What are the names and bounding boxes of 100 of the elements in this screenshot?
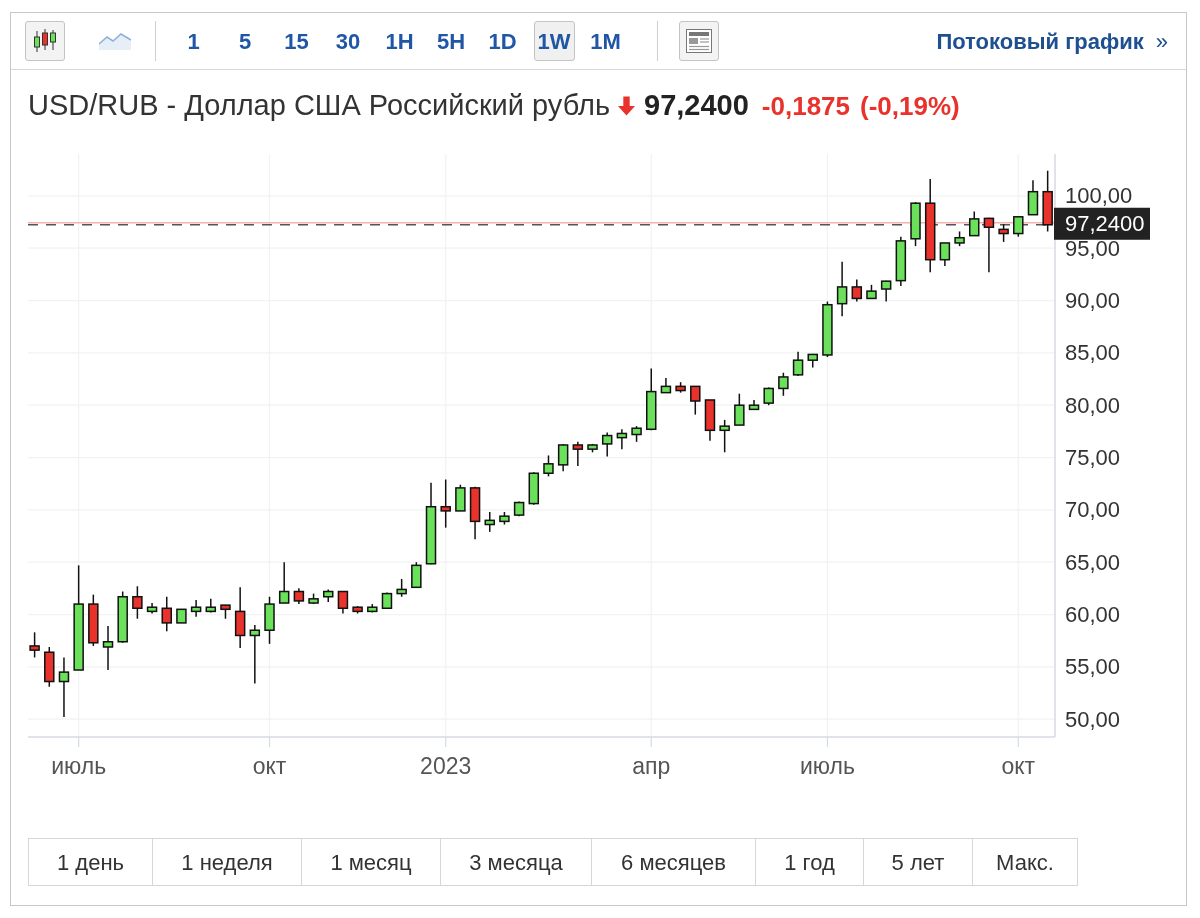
candlestick [29,631,40,659]
candlestick [469,486,481,540]
candlestick [572,441,584,467]
percent-change: (-0,19%) [860,89,960,123]
candlestick [528,471,540,506]
range-button[interactable]: Макс. [973,838,1078,886]
axis-label: 70,00 [1065,497,1121,523]
axis-label: окт [1001,753,1036,779]
candlestick [660,377,672,394]
candlestick [234,586,246,649]
candlestick [499,511,510,526]
candlestick [939,242,951,267]
interval-tab[interactable]: 1M [585,21,626,61]
range-button[interactable]: 1 день [28,838,153,886]
candlestick [352,605,363,615]
candlestick [513,500,525,517]
candlestick [176,608,187,624]
candlestick [293,587,305,605]
axis-label: июль [799,753,855,779]
candlestick [1027,179,1039,216]
candlestick [117,590,128,644]
candlestick [631,425,642,443]
candlestick [719,419,730,454]
range-button[interactable]: 1 неделя [153,838,302,886]
axis-label: 80,00 [1065,392,1121,418]
candlestick [822,300,833,358]
range-button[interactable]: 3 месяца [441,838,592,886]
interval-tab[interactable]: 1W [533,21,575,61]
interval-tab[interactable]: 5 [224,21,266,61]
candlestick [748,399,760,411]
axis-label: 60,00 [1065,602,1121,628]
candlestick [690,385,701,416]
area-chart-icon [99,32,131,50]
candlestick [1042,170,1053,233]
document-button[interactable] [679,21,719,61]
candlestick [704,399,716,442]
axis-label: окт [252,753,287,779]
candlestick [1013,216,1024,238]
candlestick [675,381,686,394]
candlestick [954,230,965,247]
candlestick [851,278,863,303]
interval-tab[interactable]: 5H [430,21,472,61]
axis-label: 2023 [420,753,472,779]
candlestick [58,656,70,718]
candlestick [44,646,55,688]
candlestick [323,588,334,603]
interval-tab[interactable]: 1H [379,21,420,61]
ref-line-label: 97,2400 [1065,211,1145,237]
candlestick [367,603,378,614]
interval-tab[interactable]: 1 [173,21,214,61]
axis-label: 85,00 [1065,340,1121,366]
candlestick [543,454,554,478]
candlestick [396,578,407,598]
candlestick [836,261,848,317]
candlestick [249,624,261,685]
candlestick [778,372,789,397]
interval-tab[interactable]: 1D [482,21,523,61]
candlestick [880,279,892,303]
candlestick [866,284,877,300]
candlestick [557,443,569,472]
axis-label: 50,00 [1065,706,1121,732]
last-price: 97,2400 [644,88,749,124]
range-button[interactable]: 1 год [756,838,864,886]
axis-label: 75,00 [1065,445,1121,471]
document-icon [686,29,712,53]
interval-tab[interactable]: 15 [276,21,317,61]
candlestick [440,478,451,529]
candlestick [807,353,818,369]
price-change: -0,1875 [761,89,851,123]
candlestick [734,392,745,426]
candlestick [205,598,217,614]
candlestick [220,604,231,620]
candlestick [910,201,921,247]
candlestick [337,590,349,615]
candlestick [484,511,495,533]
candlestick [132,585,143,620]
candlestick [646,367,657,432]
candlestick-chart-icon [33,28,57,54]
candlestick [969,210,980,237]
axis-label: 90,00 [1065,288,1121,314]
candlestick [264,596,275,645]
streaming-chart-link[interactable]: Потоковый график » [936,24,1168,58]
interval-tab[interactable]: 30 [327,21,369,61]
range-button[interactable]: 6 месяцев [592,838,756,886]
chart-type-button[interactable] [25,21,65,61]
candlestick [102,625,114,671]
candlestick [308,592,319,605]
candlestick [161,596,172,633]
candlestick [587,443,598,454]
candlestick [190,599,202,618]
axis-label: июль [51,753,107,779]
candlestick [616,428,628,450]
candlestick [455,484,466,512]
axis-label: апр [632,753,671,779]
candlestick [998,223,1009,243]
candlestick [88,593,99,647]
price-tag: 97,2400 [1054,207,1150,240]
range-button[interactable]: 1 месяц [302,838,441,886]
candlestick [895,235,907,287]
range-button[interactable]: 5 лет [864,838,973,886]
